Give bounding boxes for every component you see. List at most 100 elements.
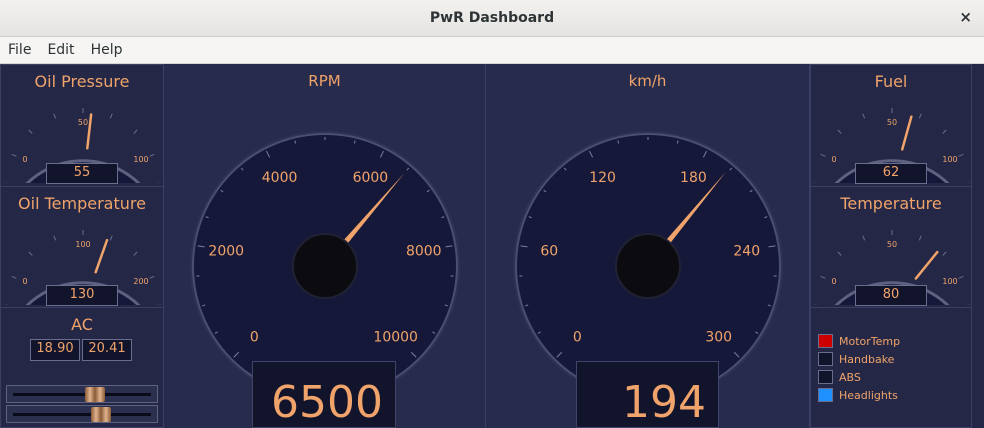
- kmh-label: km/h: [628, 72, 667, 90]
- tick-mark: [109, 113, 113, 119]
- menu-file[interactable]: File: [0, 42, 39, 58]
- title-bar: PwR Dashboard ×: [0, 0, 984, 37]
- ac-panel: AC 18.90 20.41: [0, 307, 164, 428]
- rpm-dial: 0 2000 4000 6000 8000 10000: [190, 131, 460, 394]
- tick-label: 0: [573, 330, 582, 346]
- oil-temperature-gauge: Oil Temperature 0 100 200 130: [0, 186, 164, 308]
- tick-label: 100: [75, 240, 90, 249]
- gauge-needle: [914, 250, 939, 280]
- tick-mark: [837, 129, 842, 134]
- tick-label: 0: [22, 277, 27, 286]
- motortemp-lamp: [818, 334, 833, 348]
- tick-label: 100: [133, 155, 148, 164]
- oil-pressure-gauge: Oil Pressure 0 50 100 55: [0, 64, 164, 187]
- tick-mark: [942, 129, 947, 134]
- slider-track: [13, 393, 151, 396]
- indicator-label: Handbake: [839, 352, 895, 366]
- oil-pressure-label: Oil Pressure: [34, 72, 130, 91]
- tick-mark: [149, 153, 155, 157]
- tick-label: 100: [942, 155, 957, 164]
- menu-edit[interactable]: Edit: [39, 42, 82, 58]
- tick-mark: [918, 113, 922, 119]
- tick-mark: [149, 275, 155, 279]
- tick-label: 0: [831, 155, 836, 164]
- tick-mark: [53, 235, 57, 241]
- slider-thumb[interactable]: [90, 407, 111, 422]
- tick-mark: [958, 153, 964, 157]
- indicator-handbake: Handbake: [818, 350, 900, 368]
- rpm-readout: 6500: [252, 361, 396, 428]
- tick-label: 180: [680, 170, 707, 186]
- tick-mark: [109, 235, 113, 241]
- tick-label: 60: [540, 243, 558, 259]
- temperature-label: Temperature: [840, 194, 942, 213]
- tick-mark: [353, 140, 356, 144]
- tick-label: 120: [589, 170, 616, 186]
- tick-mark: [133, 129, 138, 134]
- tick-label: 50: [887, 240, 897, 249]
- needle-hub: [292, 233, 358, 299]
- abs-lamp: [818, 370, 833, 384]
- oil-temperature-value: 130: [46, 285, 118, 306]
- ac-right-value: 20.41: [82, 339, 132, 361]
- slider-thumb[interactable]: [84, 387, 105, 402]
- indicator-label: Headlights: [839, 388, 898, 402]
- kmh-panel: km/h 0 60 120 180 240 300 194: [486, 64, 810, 428]
- tick-label: 6000: [353, 170, 389, 186]
- tick-mark: [133, 251, 138, 256]
- indicator-motortemp: MotorTemp: [818, 332, 900, 350]
- menu-bar: File Edit Help: [0, 37, 984, 64]
- tick-mark: [28, 129, 33, 134]
- tick-label: 50: [78, 118, 88, 127]
- ac-left-value: 18.90: [30, 339, 80, 361]
- indicator-headlights: Headlights: [818, 386, 900, 404]
- gauge-needle: [94, 238, 109, 274]
- headlights-lamp: [818, 388, 833, 402]
- tick-mark: [617, 140, 620, 144]
- tick-mark: [862, 235, 866, 241]
- fuel-gauge: Fuel 0 50 100 62: [810, 64, 972, 187]
- kmh-readout: 194: [576, 361, 719, 428]
- ac-slider-left[interactable]: [6, 385, 158, 403]
- tick-label: 200: [133, 277, 148, 286]
- handbake-lamp: [818, 352, 833, 366]
- tick-mark: [294, 140, 297, 144]
- indicator-abs: ABS: [818, 368, 900, 386]
- kmh-dial: 0 60 120 180 240 300: [513, 131, 783, 394]
- ac-label: AC: [71, 315, 93, 334]
- tick-mark: [28, 251, 33, 256]
- fuel-value: 62: [855, 163, 927, 184]
- close-icon[interactable]: ×: [959, 8, 972, 26]
- tick-label: 240: [733, 243, 760, 259]
- tick-label: 300: [705, 330, 732, 346]
- ac-slider-right[interactable]: [6, 405, 158, 423]
- slider-track: [13, 413, 151, 416]
- indicator-label: ABS: [839, 370, 861, 384]
- tick-label: 100: [942, 277, 957, 286]
- window-title: PwR Dashboard: [429, 10, 555, 26]
- temperature-value: 80: [855, 285, 927, 306]
- rpm-label: RPM: [308, 72, 341, 90]
- dashboard: Oil Pressure 0 50 100 55 Oil Temperature 0…: [0, 64, 984, 428]
- tick-mark: [676, 140, 679, 144]
- indicator-legend: MotorTemp Handbake ABS Headlights: [818, 332, 900, 404]
- fuel-label: Fuel: [874, 72, 908, 91]
- tick-label: 0: [22, 155, 27, 164]
- menu-help[interactable]: Help: [83, 42, 131, 58]
- tick-mark: [11, 153, 17, 157]
- gauge-needle: [900, 115, 913, 151]
- temperature-gauge: Temperature 0 50 100 80: [810, 186, 972, 308]
- tick-mark: [958, 275, 964, 279]
- tick-mark: [820, 275, 826, 279]
- needle-hub: [615, 233, 681, 299]
- tick-label: 0: [250, 330, 259, 346]
- tick-mark: [11, 275, 17, 279]
- tick-mark: [918, 235, 922, 241]
- tick-label: 2000: [208, 243, 244, 259]
- tick-label: 4000: [262, 170, 298, 186]
- tick-label: 8000: [406, 243, 442, 259]
- tick-label: 50: [887, 118, 897, 127]
- tick-mark: [820, 153, 826, 157]
- tick-mark: [53, 113, 57, 119]
- oil-pressure-value: 55: [46, 163, 118, 184]
